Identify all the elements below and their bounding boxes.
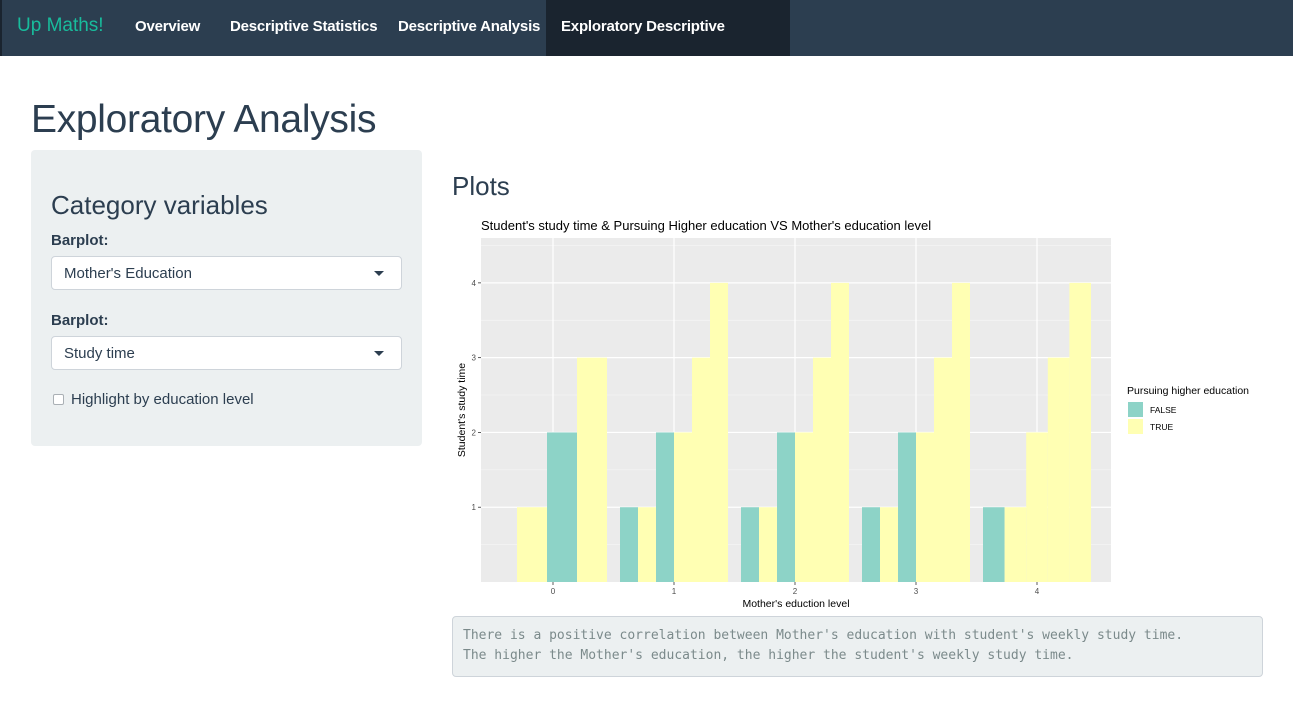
barplot-x-selected-value: Mother's Education [64, 265, 192, 282]
bar-true [1004, 507, 1027, 582]
y-axis-ticks: 1 2 3 4 [472, 279, 481, 512]
bar-false [741, 507, 759, 582]
legend-swatch-true [1128, 419, 1143, 434]
barplot-x-label: Barplot: [51, 232, 109, 249]
x-axis-ticks: 0 1 2 3 4 [551, 582, 1040, 596]
bar-false [983, 507, 1005, 582]
x-axis-title: Mother's eduction level [742, 598, 849, 610]
bar-true [638, 507, 656, 582]
tab-descriptive-statistics[interactable]: Descriptive Statistics [215, 0, 392, 56]
barplot-y-label: Barplot: [51, 312, 109, 329]
sidebar-panel: Category variables Barplot: Mother's Edu… [31, 150, 422, 446]
bar-true [759, 507, 777, 582]
bar-true [1069, 282, 1091, 582]
bar-true [710, 282, 728, 582]
bar-true [1026, 432, 1048, 582]
highlight-checkbox[interactable] [53, 394, 64, 405]
legend-label-false: FALSE [1150, 405, 1177, 415]
chevron-down-icon [374, 351, 384, 356]
x-tick-label: 2 [793, 587, 798, 596]
sidebar-title: Category variables [51, 190, 268, 220]
bar-false [898, 432, 916, 582]
bar-true [831, 282, 849, 582]
legend-title: Pursuing higher education [1127, 385, 1249, 397]
barplot-y-selected-value: Study time [64, 345, 135, 362]
x-tick-label: 3 [914, 587, 919, 596]
brand-title[interactable]: Up Maths! [17, 15, 104, 37]
bar-false [620, 507, 638, 582]
bar-true [674, 432, 692, 582]
barplot-y-select[interactable]: Study time [51, 336, 402, 370]
legend-label-true: TRUE [1150, 422, 1173, 432]
bar-true [813, 357, 831, 582]
y-tick-label: 1 [472, 503, 477, 512]
y-tick-label: 4 [472, 279, 477, 288]
barplot-chart: Student's study time & Pursuing Higher e… [456, 218, 1249, 610]
tab-exploratory-descriptive-analysis[interactable]: Exploratory Descriptive Analysis [546, 0, 790, 89]
bar-false [777, 432, 795, 582]
bar-true [952, 282, 970, 582]
bar-false [656, 432, 674, 582]
chevron-down-icon [374, 271, 384, 276]
legend-swatch-false [1128, 402, 1143, 417]
plots-title: Plots [452, 171, 510, 201]
analysis-text-output: There is a positive correlation between … [452, 616, 1263, 677]
bar-false [862, 507, 880, 582]
bar-true [1047, 357, 1070, 582]
x-tick-label: 1 [672, 587, 677, 596]
y-tick-label: 2 [472, 428, 477, 437]
page-title: Exploratory Analysis [31, 98, 377, 141]
tab-descriptive-analysis[interactable]: Descriptive Analysis [383, 0, 555, 56]
bar-true [577, 357, 607, 582]
bar-true [517, 507, 547, 582]
barplot-x-select[interactable]: Mother's Education [51, 256, 402, 290]
chart-legend: Pursuing higher education FALSE TRUE [1127, 385, 1249, 434]
chart-title: Student's study time & Pursuing Higher e… [481, 218, 931, 233]
bar-true [795, 432, 813, 582]
bar-true [692, 357, 710, 582]
x-tick-label: 4 [1035, 587, 1040, 596]
y-axis-title: Student's study time [456, 363, 468, 457]
bar-true [880, 507, 898, 582]
bar-false [547, 432, 577, 582]
x-tick-label: 0 [551, 587, 556, 596]
tab-overview[interactable]: Overview [120, 0, 215, 56]
y-tick-label: 3 [472, 354, 477, 363]
highlight-checkbox-label[interactable]: Highlight by education level [71, 391, 254, 408]
bar-true [916, 432, 934, 582]
bar-true [934, 357, 952, 582]
navbar: Up Maths! Overview Descriptive Statistic… [0, 0, 1293, 89]
